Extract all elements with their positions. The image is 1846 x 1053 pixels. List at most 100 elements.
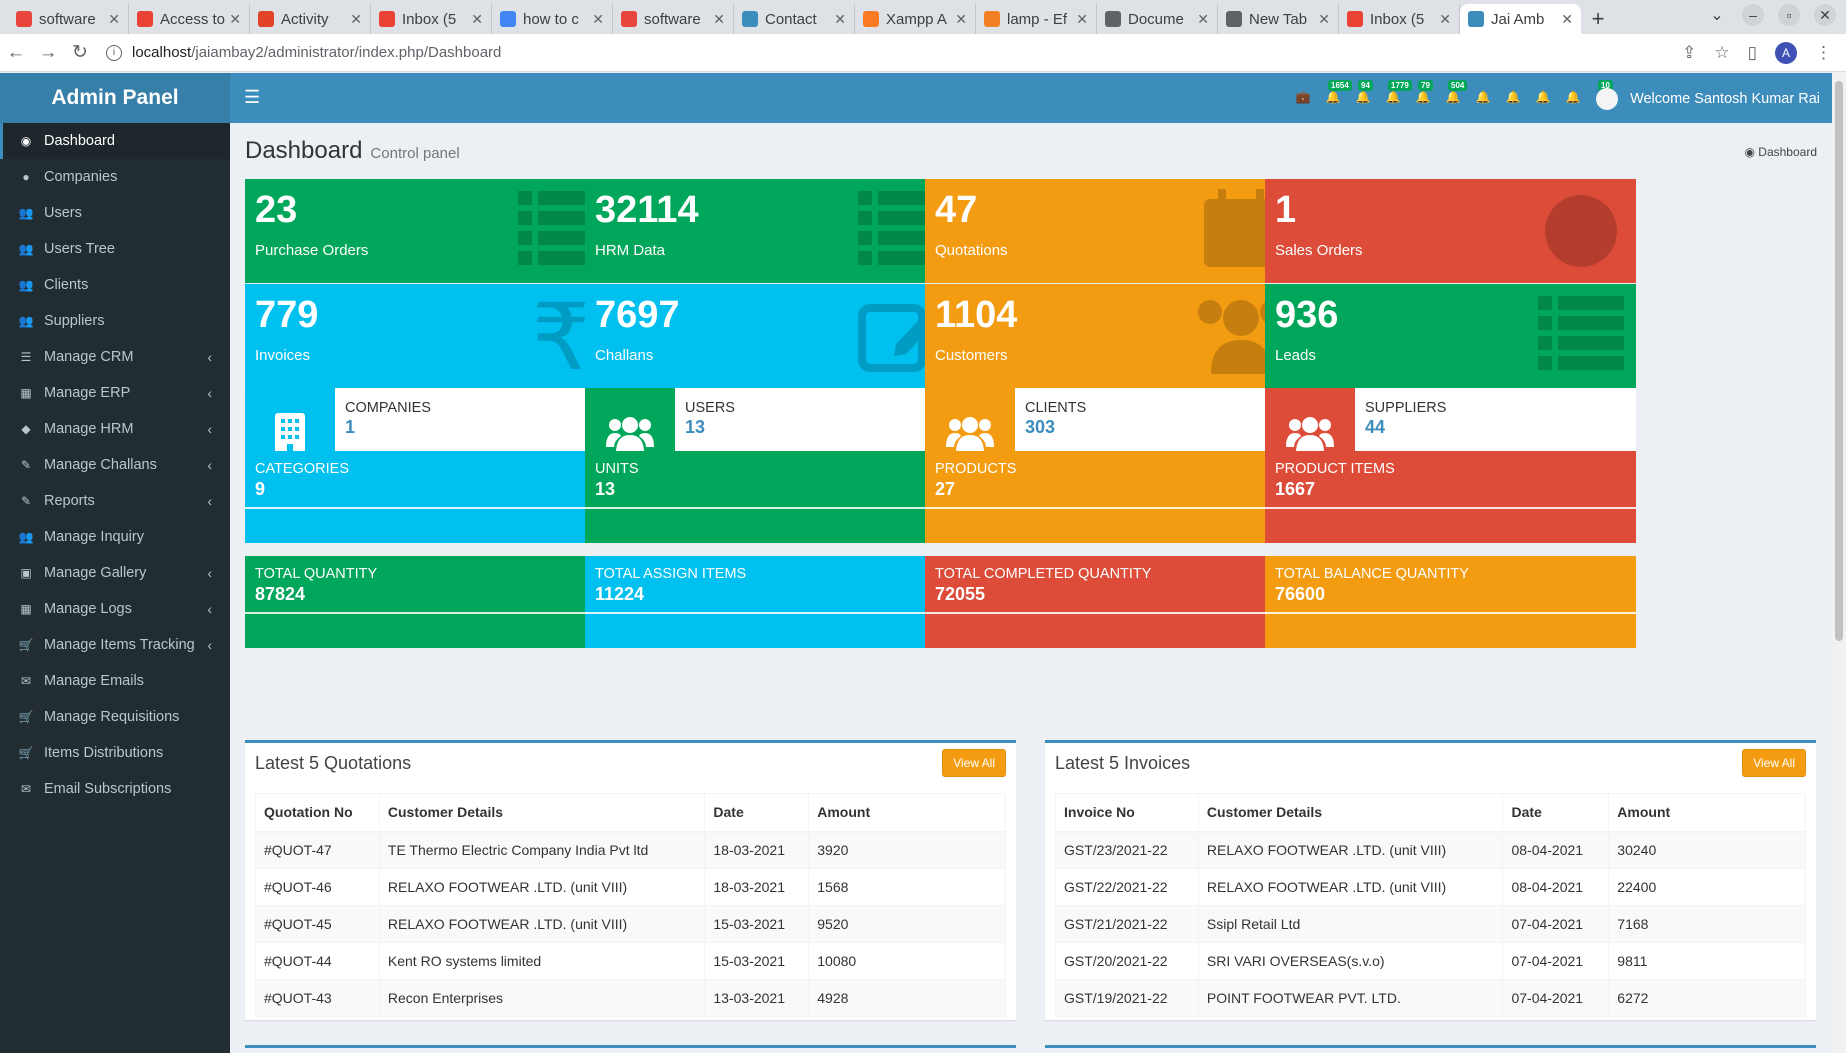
page-scrollbar[interactable] bbox=[1832, 73, 1846, 1053]
bell-icon[interactable]: 🔔 94 bbox=[1354, 80, 1373, 108]
table-row[interactable]: GST/20/2021-22 SRI VARI OVERSEAS(s.v.o) 07… bbox=[1055, 942, 1806, 980]
tab-close-icon[interactable]: ✕ bbox=[713, 11, 725, 28]
tab-close-icon[interactable]: ✕ bbox=[471, 11, 483, 28]
sidebar-item-manage-gallery[interactable]: ▣ Manage Gallery ‹ bbox=[0, 555, 230, 591]
stat-box-customers[interactable]: 1104 Customers bbox=[925, 284, 1296, 388]
sidebar-item-dashboard[interactable]: ◉ Dashboard bbox=[0, 123, 230, 159]
tab-close-icon[interactable]: ✕ bbox=[1318, 11, 1330, 28]
metric-box-total-assign-items[interactable]: TOTAL ASSIGN ITEMS 11224 bbox=[585, 556, 956, 648]
table-row[interactable]: #QUOT-43 Recon Enterprises 13-03-2021 4928 bbox=[255, 979, 1006, 1017]
tab-close-icon[interactable]: ✕ bbox=[229, 11, 241, 28]
browser-tab[interactable]: software ✕ bbox=[8, 4, 129, 34]
browser-tab[interactable]: New Tab ✕ bbox=[1218, 4, 1339, 34]
browser-tab[interactable]: Inbox (5 ✕ bbox=[371, 4, 492, 34]
browser-tab[interactable]: Docume ✕ bbox=[1097, 4, 1218, 34]
url-field[interactable]: i localhost/jaiambay2/administrator/inde… bbox=[106, 44, 501, 61]
sidebar-item-manage-erp[interactable]: ▦ Manage ERP ‹ bbox=[0, 375, 230, 411]
tab-close-icon[interactable]: ✕ bbox=[834, 11, 846, 28]
sidebar-item-users-tree[interactable]: 👥 Users Tree bbox=[0, 231, 230, 267]
metric-box-total-quantity[interactable]: TOTAL QUANTITY 87824 bbox=[245, 556, 616, 648]
sidebar-item-manage-requisitions[interactable]: 🛒 Manage Requisitions bbox=[0, 699, 230, 735]
table-row[interactable]: #QUOT-45 RELAXO FOOTWEAR .LTD. (unit VIII… bbox=[255, 905, 1006, 943]
browser-tab[interactable]: Jai Amb ✕ bbox=[1460, 4, 1581, 34]
tab-search-icon[interactable]: ⌄ bbox=[1706, 4, 1728, 26]
breadcrumb[interactable]: ◉ Dashboard bbox=[1744, 145, 1817, 159]
quotations-view-all-button[interactable]: View All bbox=[942, 749, 1006, 777]
stat-box-quotations[interactable]: 47 Quotations bbox=[925, 179, 1296, 283]
metric-box-total-completed-quantity[interactable]: TOTAL COMPLETED QUANTITY 72055 bbox=[925, 556, 1296, 648]
browser-tab[interactable]: Inbox (5 ✕ bbox=[1339, 4, 1460, 34]
browser-tab[interactable]: Activity ✕ bbox=[250, 4, 371, 34]
tab-close-icon[interactable]: ✕ bbox=[1439, 11, 1451, 28]
tab-close-icon[interactable]: ✕ bbox=[1076, 11, 1088, 28]
stat-box-hrm-data[interactable]: 32114 HRM Data bbox=[585, 179, 956, 283]
metric-box-products[interactable]: PRODUCTS 27 bbox=[925, 451, 1296, 543]
metric-box-units[interactable]: UNITS 13 bbox=[585, 451, 956, 543]
user-menu[interactable]: Welcome Santosh Kumar Rai bbox=[1596, 88, 1820, 110]
stat-box-invoices[interactable]: 779 Invoices ₹ bbox=[245, 284, 616, 388]
maximize-button[interactable]: ▫ bbox=[1778, 4, 1800, 26]
share-icon[interactable]: ⇪ bbox=[1682, 43, 1696, 63]
bell-icon[interactable]: 🔔 504 bbox=[1444, 80, 1468, 108]
sidebar-item-reports[interactable]: ✎ Reports ‹ bbox=[0, 483, 230, 519]
minimize-button[interactable]: – bbox=[1742, 4, 1764, 26]
tab-close-icon[interactable]: ✕ bbox=[1197, 11, 1209, 28]
tab-close-icon[interactable]: ✕ bbox=[955, 11, 967, 28]
stat-box-purchase-orders[interactable]: 23 Purchase Orders bbox=[245, 179, 616, 283]
sidebar-item-manage-items-tracking[interactable]: 🛒 Manage Items Tracking ‹ bbox=[0, 627, 230, 663]
invoices-view-all-button[interactable]: View All bbox=[1742, 749, 1806, 777]
bell-icon[interactable]: 🔔 bbox=[1474, 90, 1492, 108]
brand-logo[interactable]: Admin Panel bbox=[0, 73, 230, 123]
sidebar-item-manage-inquiry[interactable]: 👥 Manage Inquiry bbox=[0, 519, 230, 555]
bell-icon[interactable]: 🔔 79 bbox=[1414, 80, 1433, 108]
table-row[interactable]: GST/21/2021-22 Ssipl Retail Ltd 07-04-2021… bbox=[1055, 905, 1806, 943]
metric-box-product-items[interactable]: PRODUCT ITEMS 1667 bbox=[1265, 451, 1636, 543]
sidebar-item-users[interactable]: 👥 Users bbox=[0, 195, 230, 231]
back-icon[interactable]: ← bbox=[0, 42, 32, 64]
tab-close-icon[interactable]: ✕ bbox=[592, 11, 604, 28]
new-tab-button[interactable]: + bbox=[1581, 4, 1615, 34]
browser-tab[interactable]: software ✕ bbox=[613, 4, 734, 34]
sidebar-toggle-icon[interactable]: ☰ bbox=[244, 87, 260, 108]
bell-icon[interactable]: 🔔 bbox=[1534, 90, 1552, 108]
table-row[interactable]: #QUOT-46 RELAXO FOOTWEAR .LTD. (unit VIII… bbox=[255, 868, 1006, 906]
sidebar-item-companies[interactable]: ● Companies bbox=[0, 159, 230, 195]
sidebar-item-clients[interactable]: 👥 Clients bbox=[0, 267, 230, 303]
browser-tab[interactable]: Xampp A ✕ bbox=[855, 4, 976, 34]
bell-icon[interactable]: 🔔 1654 bbox=[1324, 80, 1352, 108]
table-row[interactable]: GST/23/2021-22 RELAXO FOOTWEAR .LTD. (uni… bbox=[1055, 831, 1806, 869]
bell-icon[interactable]: 🔔 bbox=[1504, 90, 1522, 108]
stat-box-sales-orders[interactable]: 1 Sales Orders bbox=[1265, 179, 1636, 283]
table-row[interactable]: GST/19/2021-22 POINT FOOTWEAR PVT. LTD. 07… bbox=[1055, 979, 1806, 1017]
metric-box-categories[interactable]: CATEGORIES 9 bbox=[245, 451, 616, 543]
tab-close-icon[interactable]: ✕ bbox=[350, 11, 362, 28]
site-info-icon[interactable]: i bbox=[106, 44, 122, 61]
metric-box-total-balance-quantity[interactable]: TOTAL BALANCE QUANTITY 76600 bbox=[1265, 556, 1636, 648]
briefcase-icon[interactable]: 💼 bbox=[1294, 90, 1312, 108]
sidebar-item-items-distributions[interactable]: 🛒 Items Distributions bbox=[0, 735, 230, 771]
browser-tab[interactable]: how to c ✕ bbox=[492, 4, 613, 34]
stat-box-leads[interactable]: 936 Leads bbox=[1265, 284, 1636, 388]
bell-icon[interactable]: 🔔 1779 bbox=[1384, 80, 1412, 108]
browser-tab[interactable]: Contact ✕ bbox=[734, 4, 855, 34]
tab-close-icon[interactable]: ✕ bbox=[108, 11, 120, 28]
sidebar-item-manage-challans[interactable]: ✎ Manage Challans ‹ bbox=[0, 447, 230, 483]
reload-icon[interactable]: ↻ bbox=[64, 41, 96, 64]
side-panel-icon[interactable]: ▯ bbox=[1748, 43, 1757, 63]
scrollbar-thumb[interactable] bbox=[1835, 81, 1843, 641]
close-window-button[interactable]: ✕ bbox=[1814, 4, 1836, 26]
table-row[interactable]: #QUOT-44 Kent RO systems limited 15-03-202… bbox=[255, 942, 1006, 980]
sidebar-item-manage-crm[interactable]: ☰ Manage CRM ‹ bbox=[0, 339, 230, 375]
stat-box-challans[interactable]: 7697 Challans bbox=[585, 284, 956, 388]
table-row[interactable]: #QUOT-47 TE Thermo Electric Company India… bbox=[255, 831, 1006, 869]
table-row[interactable]: GST/22/2021-22 RELAXO FOOTWEAR .LTD. (uni… bbox=[1055, 868, 1806, 906]
sidebar-item-manage-hrm[interactable]: ◆ Manage HRM ‹ bbox=[0, 411, 230, 447]
forward-icon[interactable]: → bbox=[32, 42, 64, 64]
profile-avatar[interactable]: A bbox=[1775, 42, 1797, 64]
tab-close-icon[interactable]: ✕ bbox=[1561, 11, 1573, 28]
sidebar-item-suppliers[interactable]: 👥 Suppliers bbox=[0, 303, 230, 339]
sidebar-item-manage-logs[interactable]: ▦ Manage Logs ‹ bbox=[0, 591, 230, 627]
browser-tab[interactable]: Access to ✕ bbox=[129, 4, 250, 34]
bell-icon[interactable]: 🔔 bbox=[1564, 90, 1582, 108]
sidebar-item-email-subscriptions[interactable]: ✉ Email Subscriptions bbox=[0, 771, 230, 807]
